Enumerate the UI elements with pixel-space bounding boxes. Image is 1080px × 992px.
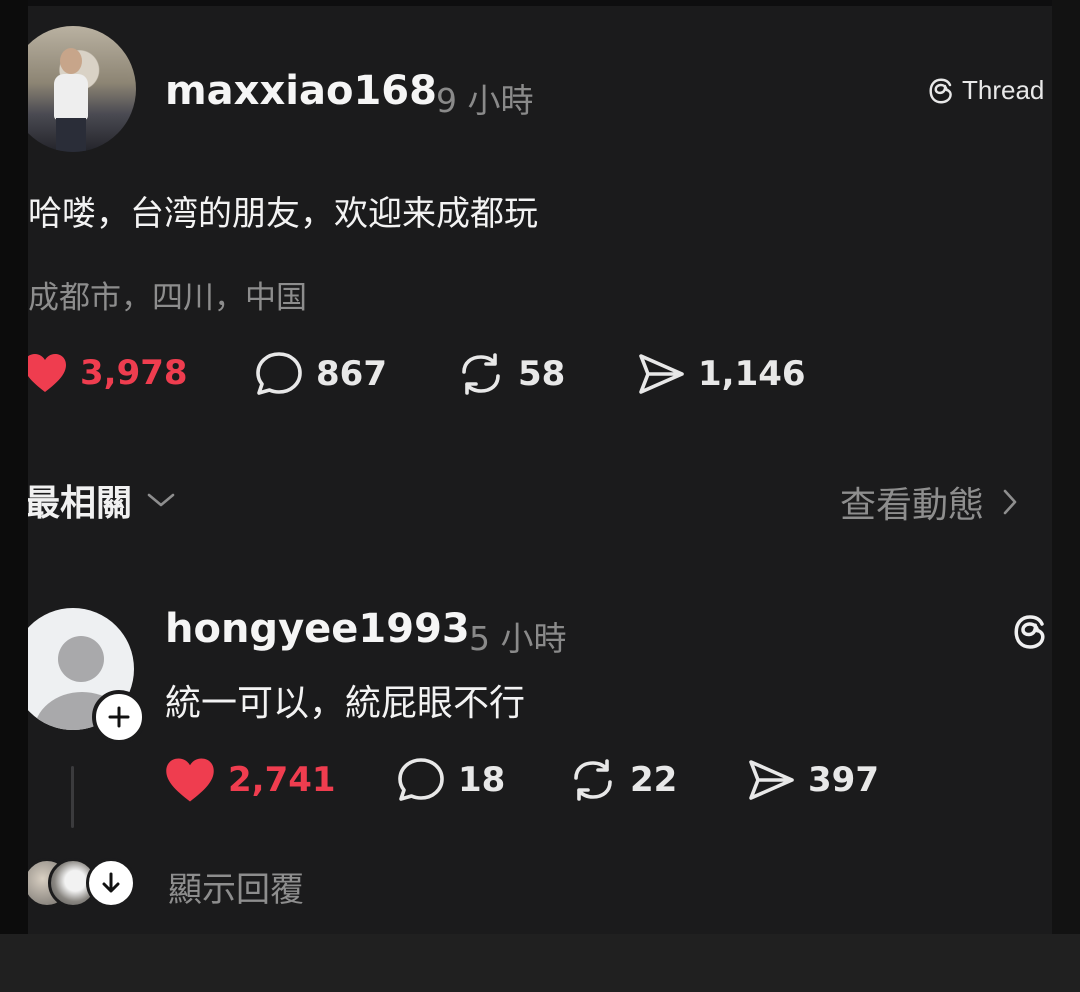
comment-reply-count: 18: [458, 760, 506, 800]
heart-filled-icon: [28, 354, 66, 392]
post-comment-count: 867: [316, 354, 387, 394]
chevron-down-icon: [147, 493, 175, 507]
show-replies-link[interactable]: 顯示回覆: [168, 862, 304, 911]
comment-like-count: 2,741: [228, 760, 336, 800]
view-activity-link[interactable]: 查看動態: [840, 476, 1018, 528]
threads-badge-label: Thread: [962, 75, 1045, 105]
avatar-photo-head: [60, 48, 82, 74]
avatar-photo-legs: [56, 118, 86, 152]
threads-logo-icon: [929, 78, 952, 103]
bottom-bar: [0, 934, 1080, 992]
threads-badge[interactable]: Thread: [926, 75, 1044, 106]
comment-repost-button[interactable]: 22: [568, 756, 677, 804]
plus-icon: [108, 706, 130, 728]
post-author-avatar[interactable]: [28, 26, 136, 152]
comment-username[interactable]: hongyee1993: [165, 606, 470, 652]
avatar-placeholder-head: [58, 636, 104, 682]
post-text: 哈喽，台湾的朋友，欢迎来成都玩: [28, 194, 538, 234]
comment-text: 統一可以，統屁眼不行: [165, 683, 526, 724]
comment-reply-button[interactable]: 18: [396, 756, 505, 804]
right-edge: [1052, 0, 1080, 934]
thread-connector-line: [71, 766, 74, 828]
sort-label: 最相關: [28, 483, 133, 524]
follow-plus-button[interactable]: [92, 690, 146, 744]
comment-share-button[interactable]: 397: [746, 756, 879, 804]
post-share-button[interactable]: 1,146: [636, 350, 806, 398]
post-share-count: 1,146: [698, 354, 806, 394]
post-comment-button[interactable]: 867: [254, 350, 387, 398]
repost-icon: [462, 353, 500, 395]
comment-like-button[interactable]: 2,741: [164, 756, 336, 804]
view-activity-label: 查看動態: [840, 485, 985, 526]
arrow-down-icon: [102, 872, 120, 893]
post-like-button[interactable]: 3,978: [28, 352, 188, 394]
repost-icon: [574, 759, 612, 801]
send-icon: [639, 354, 684, 394]
post-username[interactable]: maxxiao168: [165, 68, 437, 114]
threads-logo-icon[interactable]: [1010, 612, 1050, 652]
post-repost-button[interactable]: 58: [456, 350, 565, 398]
avatar-photo-body: [54, 74, 88, 120]
comment-timestamp: 5 小時: [469, 619, 567, 658]
left-edge: [0, 0, 28, 934]
post-repost-count: 58: [518, 354, 566, 394]
post-location[interactable]: 成都市，四川，中国: [28, 272, 307, 317]
thread-screen: maxxiao168 9 小時 Thread 哈喽，台湾的朋友，欢迎来成都玩 成…: [28, 6, 1052, 934]
heart-filled-icon: [166, 758, 214, 802]
comment-bubble-icon: [398, 758, 444, 801]
comment-bubble-icon: [256, 352, 302, 395]
show-replies-arrow-button[interactable]: [86, 858, 136, 908]
comment-share-count: 397: [808, 760, 879, 800]
sort-dropdown[interactable]: 最相關: [28, 474, 176, 526]
post-timestamp: 9 小時: [436, 81, 534, 120]
comment-repost-count: 22: [630, 760, 678, 800]
send-icon: [749, 760, 794, 800]
post-like-count: 3,978: [80, 353, 188, 393]
chevron-right-icon: [1003, 489, 1017, 515]
